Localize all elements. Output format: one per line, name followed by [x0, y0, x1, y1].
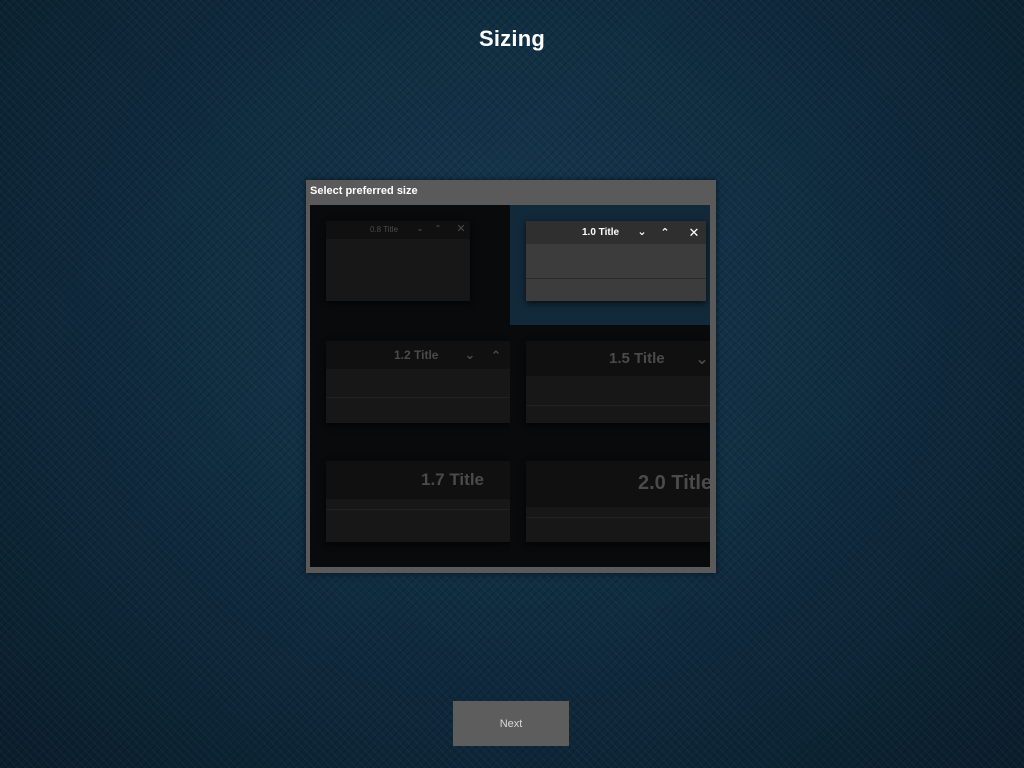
window-preview: 1.7 Title	[326, 461, 510, 542]
preview-title: 1.2 Title	[394, 348, 439, 362]
next-button[interactable]: Next	[453, 701, 569, 746]
dialog-title: Select preferred size	[310, 185, 418, 197]
preview-title: 2.0 Title	[638, 472, 710, 494]
size-option-0-8[interactable]: 0.8 Title ⌄ ⌃ ✕	[310, 205, 510, 325]
chevron-down-icon: ⌄	[637, 226, 647, 238]
size-selection-dialog: Select preferred size 0.8 Title ⌄ ⌃ ✕ 1.…	[306, 180, 716, 573]
preview-divider	[326, 397, 510, 398]
preview-divider	[526, 517, 710, 518]
chevron-down-icon: ⌄	[416, 224, 424, 233]
size-option-2-0[interactable]: 2.0 Title	[510, 445, 710, 565]
preview-titlebar: 1.0 Title ⌄ ⌃ ✕	[526, 221, 706, 244]
preview-titlebar: 1.5 Title ⌄	[526, 341, 710, 376]
chevron-down-icon: ⌄	[464, 347, 476, 362]
chevron-up-icon: ⌃	[434, 224, 442, 233]
window-preview: 1.5 Title ⌄	[526, 341, 710, 423]
preview-titlebar: 2.0 Title	[526, 461, 710, 507]
preview-divider	[326, 509, 510, 510]
preview-title: 1.5 Title	[609, 350, 665, 367]
size-options-grid: 0.8 Title ⌄ ⌃ ✕ 1.0 Title ⌄ ⌃ ✕ 1.2 Titl…	[310, 205, 710, 567]
chevron-up-icon: ⌃	[490, 348, 502, 363]
window-preview: 0.8 Title ⌄ ⌃ ✕	[326, 221, 470, 301]
preview-titlebar: 1.7 Title	[326, 461, 510, 499]
page-title: Sizing	[479, 26, 545, 51]
close-icon: ✕	[456, 223, 466, 235]
preview-title: 1.0 Title	[582, 227, 620, 238]
size-option-1-7[interactable]: 1.7 Title	[310, 445, 510, 565]
preview-title: 1.7 Title	[421, 470, 484, 489]
preview-titlebar: 1.2 Title ⌄ ⌃	[326, 341, 510, 369]
preview-divider	[526, 405, 710, 406]
preview-titlebar: 0.8 Title ⌄ ⌃ ✕	[326, 221, 470, 239]
size-option-1-5[interactable]: 1.5 Title ⌄	[510, 325, 710, 445]
preview-divider	[526, 278, 706, 279]
window-preview: 2.0 Title	[526, 461, 710, 542]
size-option-1-2[interactable]: 1.2 Title ⌄ ⌃	[310, 325, 510, 445]
window-preview: 1.2 Title ⌄ ⌃	[326, 341, 510, 423]
window-preview: 1.0 Title ⌄ ⌃ ✕	[526, 221, 706, 301]
chevron-up-icon: ⌃	[660, 227, 670, 239]
close-icon: ✕	[688, 225, 700, 240]
size-option-1-0[interactable]: 1.0 Title ⌄ ⌃ ✕	[510, 205, 710, 325]
chevron-down-icon: ⌄	[695, 351, 709, 368]
preview-title: 0.8 Title	[370, 225, 399, 234]
